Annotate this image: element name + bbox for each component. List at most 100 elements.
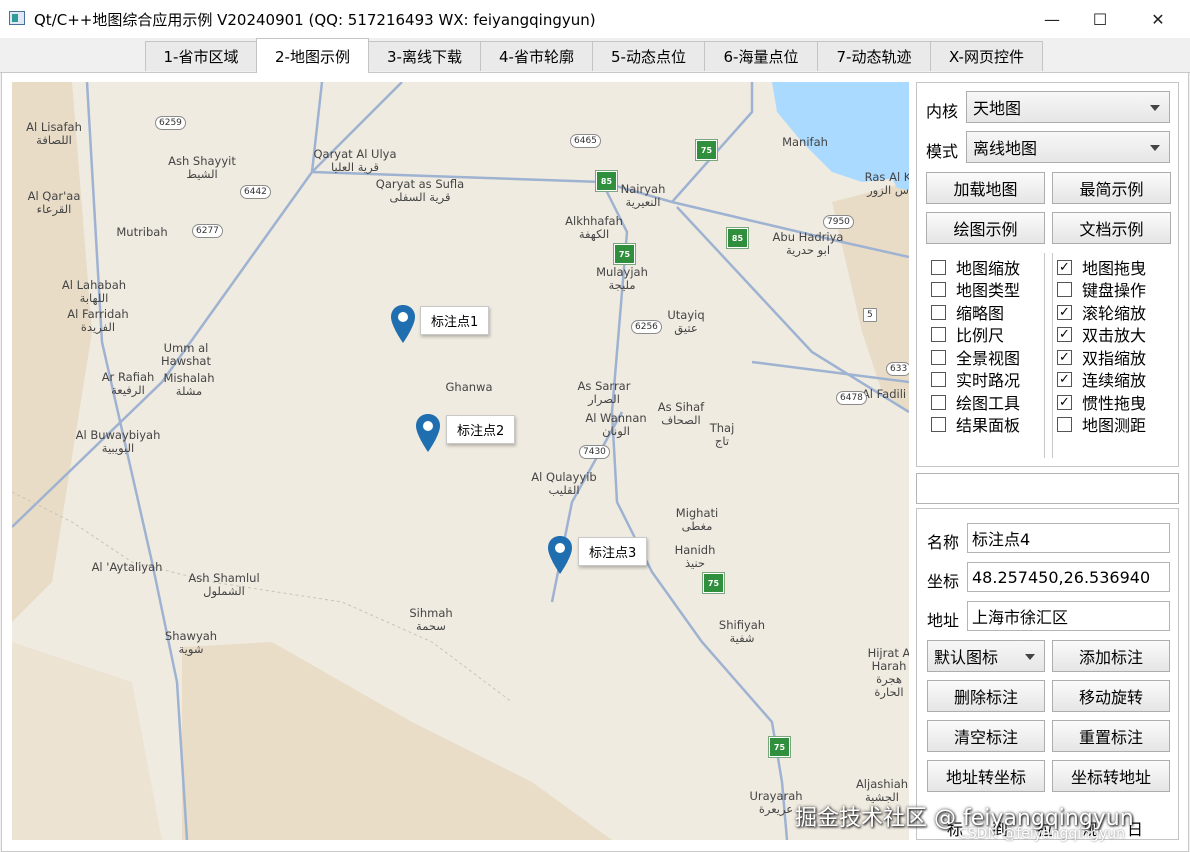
tab-offline-download[interactable]: 3-离线下载 <box>368 41 481 71</box>
simple-demo-button[interactable]: 最简示例 <box>1052 172 1171 204</box>
checkbox-panorama[interactable]: 全景视图 <box>931 345 1020 369</box>
clear-markers-button[interactable]: 清空标注 <box>927 720 1045 752</box>
icon-select-value: 默认图标 <box>934 648 999 667</box>
checkbox-scale[interactable]: 比例尺 <box>931 322 1004 346</box>
place-label: Ras Al Kس الزور <box>864 170 909 197</box>
checkbox-wheel-zoom[interactable]: ✓ 滚轮缩放 <box>1057 300 1146 324</box>
checkbox-box[interactable] <box>1057 281 1072 297</box>
tab-dynamic-points[interactable]: 5-动态点位 <box>592 41 705 71</box>
place-label: Manifah <box>782 135 828 149</box>
place-label: Al Lisafah اللصافة <box>26 120 82 147</box>
road-number-badge: 5 <box>863 308 877 322</box>
name-label: 名称 <box>927 533 960 552</box>
road-number-badge: 6442 <box>240 185 271 199</box>
divider <box>1044 253 1045 458</box>
address-to-coord-button[interactable]: 地址转坐标 <box>927 760 1045 792</box>
checkbox-traffic[interactable]: 实时路况 <box>931 367 1020 391</box>
checkbox-box[interactable] <box>1057 416 1072 432</box>
place-label: Ash Shamlul الشملول <box>188 571 260 598</box>
mode-select-value: 离线地图 <box>973 139 1038 158</box>
app-icon <box>9 11 25 25</box>
map-marker-pin-icon[interactable] <box>547 535 573 575</box>
checkbox-continuous-zoom[interactable]: ✓ 连续缩放 <box>1057 367 1146 391</box>
place-label: Mulayjah مليجة <box>596 265 648 292</box>
check-mark-icon[interactable]: ✓ <box>1057 371 1072 387</box>
checkbox-box[interactable] <box>931 371 946 387</box>
coord-to-address-button[interactable]: 坐标转地址 <box>1052 760 1170 792</box>
marker-label: 标注点3 <box>578 537 648 566</box>
checkbox-box[interactable] <box>931 394 946 410</box>
kernel-select[interactable]: 天地图 <box>966 91 1170 123</box>
check-mark-icon[interactable]: ✓ <box>1057 304 1072 320</box>
checkbox-map-drag[interactable]: ✓ 地图拖曳 <box>1057 255 1146 279</box>
checkbox-map-zoom[interactable]: 地图缩放 <box>931 255 1020 279</box>
checkbox-map-type[interactable]: 地图类型 <box>931 277 1020 301</box>
checkbox-result-panel[interactable]: 结果面板 <box>931 412 1020 436</box>
road-number-badge: 633 <box>886 362 909 376</box>
checkbox-measure[interactable]: 地图测距 <box>1057 412 1146 436</box>
place-label: Thaj تاج <box>709 421 735 448</box>
place-label: Al Wannan الونان <box>585 411 647 438</box>
check-mark-icon[interactable]: ✓ <box>1057 326 1072 342</box>
checkbox-box[interactable] <box>931 281 946 297</box>
checkbox-dblclick-zoom[interactable]: ✓ 双击放大 <box>1057 322 1146 346</box>
marker-name-field[interactable]: 标注点4 <box>967 523 1170 553</box>
close-button[interactable]: ✕ <box>1135 0 1181 38</box>
draw-demo-button[interactable]: 绘图示例 <box>926 212 1045 244</box>
map-marker-pin-icon[interactable] <box>415 413 441 453</box>
road-number-badge: 6277 <box>192 224 223 238</box>
checkbox-thumbnail[interactable]: 缩略图 <box>931 300 1004 324</box>
icon-select[interactable]: 默认图标 <box>927 640 1045 672</box>
minimize-button[interactable]: — <box>1029 0 1075 38</box>
marker-edit-panel: 名称 标注点4 坐标 48.257450,26.536940 地址 上海市徐汇区… <box>916 508 1179 840</box>
map-view[interactable]: Al Lisafah اللصافة Ash Shayyit الشيط Qarya… <box>12 82 909 840</box>
road-number-badge: 6465 <box>570 134 601 148</box>
place-label: Sihmah سحمة <box>409 606 453 633</box>
place-label: Al Fadili <box>861 387 907 401</box>
check-mark-icon[interactable]: ✓ <box>1057 349 1072 365</box>
marker-address-field[interactable]: 上海市徐汇区 <box>967 601 1170 631</box>
checkbox-box[interactable] <box>931 349 946 365</box>
place-label: Abu Hadriya ابو حدرية <box>772 230 844 257</box>
reset-markers-button[interactable]: 重置标注 <box>1052 720 1170 752</box>
highway-shield: 75 <box>703 573 724 593</box>
delete-marker-button[interactable]: 删除标注 <box>927 680 1045 712</box>
checkbox-draw-tool[interactable]: 绘图工具 <box>931 390 1020 414</box>
tab-province-outline[interactable]: 4-省市轮廓 <box>480 41 593 71</box>
checkbox-box[interactable] <box>931 259 946 275</box>
place-label: Al Qulayyib القليب <box>531 470 597 497</box>
place-label: Qaryat Al Ulya قرية العليا <box>313 147 397 174</box>
checkbox-box[interactable] <box>931 304 946 320</box>
place-label: Umm al Hawshat <box>161 341 211 368</box>
csdn-watermark: CSDN @feiyangqingyun <box>958 826 1125 842</box>
add-marker-button[interactable]: 添加标注 <box>1052 640 1170 672</box>
checkbox-keyboard[interactable]: 键盘操作 <box>1057 277 1146 301</box>
check-mark-icon[interactable]: ✓ <box>1057 394 1072 410</box>
docs-demo-button[interactable]: 文档示例 <box>1052 212 1171 244</box>
map-marker-pin-icon[interactable] <box>390 304 416 344</box>
place-label: Al 'Aytaliyah <box>91 560 163 574</box>
tab-dynamic-track[interactable]: 7-动态轨迹 <box>817 41 931 71</box>
marker-coord-field[interactable]: 48.257450,26.536940 <box>967 562 1170 592</box>
place-label: Hanidh حنيذ <box>674 543 716 570</box>
load-map-button[interactable]: 加载地图 <box>926 172 1045 204</box>
checkbox-inertia-drag[interactable]: ✓ 惯性拖曳 <box>1057 390 1146 414</box>
checkbox-box[interactable] <box>931 326 946 342</box>
highway-shield: 75 <box>769 737 790 757</box>
window-title: Qt/C++地图综合应用示例 V20240901 (QQ: 517216493 … <box>34 11 596 29</box>
place-label: Al Farridah الفريدة <box>67 307 129 334</box>
tab-massive-points[interactable]: 6-海量点位 <box>704 41 818 71</box>
move-rotate-button[interactable]: 移动旋转 <box>1052 680 1170 712</box>
tab-province-region[interactable]: 1-省市区域 <box>145 41 257 71</box>
maximize-button[interactable]: ☐ <box>1077 0 1123 38</box>
tab-map-demo[interactable]: 2-地图示例 <box>256 38 369 73</box>
checkbox-pinch-zoom[interactable]: ✓ 双指缩放 <box>1057 345 1146 369</box>
check-mark-icon[interactable]: ✓ <box>1057 259 1072 275</box>
tab-web-widget[interactable]: X-网页控件 <box>930 41 1043 71</box>
info-input[interactable] <box>916 473 1179 504</box>
place-label: As Sihaf الصحاف <box>657 400 705 427</box>
address-label: 地址 <box>927 611 960 630</box>
place-label: Mighati مغطى <box>675 506 719 533</box>
mode-select[interactable]: 离线地图 <box>966 131 1170 163</box>
checkbox-box[interactable] <box>931 416 946 432</box>
